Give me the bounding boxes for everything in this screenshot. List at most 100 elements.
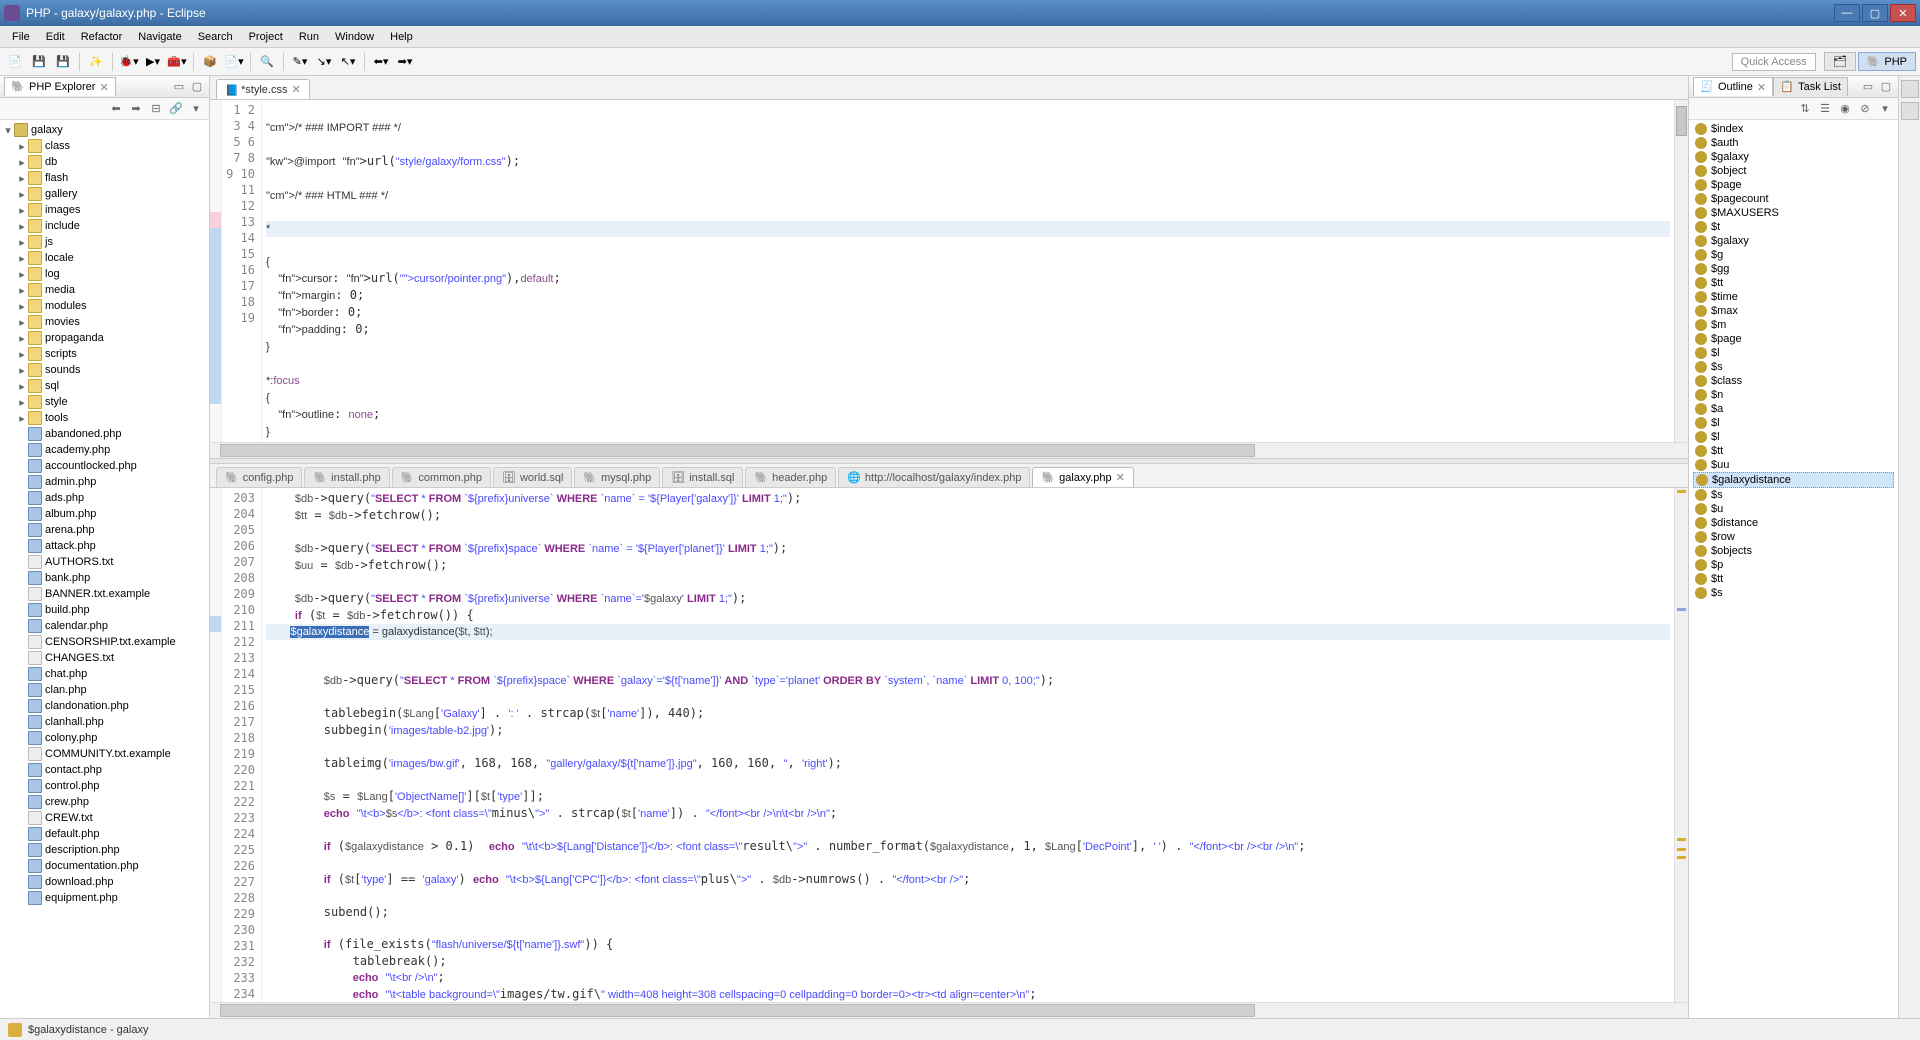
code-editor-css[interactable]: "cm">/* ### IMPORT ### */ "kw">@import "…: [262, 100, 1674, 442]
outline-item[interactable]: $page: [1693, 332, 1894, 346]
tree-file-attack-php[interactable]: attack.php: [2, 538, 207, 554]
horizontal-scrollbar[interactable]: [210, 1002, 1688, 1018]
editor-tab-style-css[interactable]: 📘 *style.css ✕: [216, 79, 310, 99]
tree-folder-propaganda[interactable]: ▸propaganda: [2, 330, 207, 346]
outline-item[interactable]: $MAXUSERS: [1693, 206, 1894, 220]
outline-item[interactable]: $u: [1693, 502, 1894, 516]
menu-refactor[interactable]: Refactor: [73, 29, 131, 45]
minimize-view-button[interactable]: ▭: [1860, 79, 1876, 95]
outline-item[interactable]: $l: [1693, 346, 1894, 360]
editor-tab-common-php[interactable]: 🐘common.php: [392, 467, 491, 487]
editor-tab-config-php[interactable]: 🐘config.php: [216, 467, 302, 487]
tree-folder-js[interactable]: ▸js: [2, 234, 207, 250]
tree-folder-modules[interactable]: ▸modules: [2, 298, 207, 314]
outline-item[interactable]: $objects: [1693, 544, 1894, 558]
outline-item[interactable]: $row: [1693, 530, 1894, 544]
outline-item[interactable]: $s: [1693, 586, 1894, 600]
menu-search[interactable]: Search: [190, 29, 241, 45]
tree-file-BANNER-txt-example[interactable]: BANNER.txt.example: [2, 586, 207, 602]
quick-access-input[interactable]: Quick Access: [1732, 53, 1816, 71]
tree-folder-log[interactable]: ▸log: [2, 266, 207, 282]
menu-navigate[interactable]: Navigate: [130, 29, 189, 45]
minimized-view-button[interactable]: [1901, 102, 1919, 120]
outline-item[interactable]: $n: [1693, 388, 1894, 402]
overview-ruler[interactable]: [1674, 100, 1688, 442]
restore-view-button[interactable]: [1901, 80, 1919, 98]
tree-folder-sql[interactable]: ▸sql: [2, 378, 207, 394]
outline-item[interactable]: $class: [1693, 374, 1894, 388]
menu-edit[interactable]: Edit: [38, 29, 73, 45]
save-button[interactable]: 💾: [28, 51, 50, 73]
php-explorer-tab[interactable]: 🐘 PHP Explorer ✕: [4, 77, 116, 96]
scrollbar-thumb[interactable]: [220, 1004, 1255, 1017]
tree-file-default-php[interactable]: default.php: [2, 826, 207, 842]
minimize-view-button[interactable]: ▭: [171, 79, 187, 95]
collapse-all-button[interactable]: ⊟: [147, 100, 165, 118]
tree-file-COMMUNITY-txt-example[interactable]: COMMUNITY.txt.example: [2, 746, 207, 762]
outline-item[interactable]: $object: [1693, 164, 1894, 178]
view-menu-button[interactable]: ▾: [187, 100, 205, 118]
outline-item[interactable]: $g: [1693, 248, 1894, 262]
code-editor-php[interactable]: $db->query("SELECT * FROM `${prefix}univ…: [262, 488, 1674, 1002]
horizontal-scrollbar[interactable]: [210, 442, 1688, 458]
back-button[interactable]: ⬅▾: [370, 51, 392, 73]
open-perspective-button[interactable]: 🗂: [1824, 52, 1856, 71]
tree-file-documentation-php[interactable]: documentation.php: [2, 858, 207, 874]
outline-item[interactable]: $a: [1693, 402, 1894, 416]
editor-tab-header-php[interactable]: 🐘header.php: [745, 467, 836, 487]
focus-button[interactable]: ◉: [1836, 100, 1854, 118]
tree-file-bank-php[interactable]: bank.php: [2, 570, 207, 586]
tree-file-abandoned-php[interactable]: abandoned.php: [2, 426, 207, 442]
new-file-button[interactable]: 📄▾: [223, 51, 245, 73]
menu-run[interactable]: Run: [291, 29, 327, 45]
tree-file-control-php[interactable]: control.php: [2, 778, 207, 794]
outline-item[interactable]: $s: [1693, 488, 1894, 502]
menu-file[interactable]: File: [4, 29, 38, 45]
forward-button[interactable]: ➡▾: [394, 51, 416, 73]
overview-thumb[interactable]: [1676, 106, 1687, 136]
tree-file-clandonation-php[interactable]: clandonation.php: [2, 698, 207, 714]
back-nav-button[interactable]: ⬅: [107, 100, 125, 118]
window-maximize-button[interactable]: ▢: [1862, 4, 1888, 22]
menu-window[interactable]: Window: [327, 29, 382, 45]
window-minimize-button[interactable]: —: [1834, 4, 1860, 22]
toggle-mark-button[interactable]: ✎▾: [289, 51, 311, 73]
tree-file-build-php[interactable]: build.php: [2, 602, 207, 618]
tree-file-admin-php[interactable]: admin.php: [2, 474, 207, 490]
tree-file-equipment-php[interactable]: equipment.php: [2, 890, 207, 906]
close-icon[interactable]: ✕: [1116, 471, 1125, 484]
close-icon[interactable]: ✕: [1757, 81, 1766, 94]
sort-button[interactable]: ⇅: [1796, 100, 1814, 118]
editor-tab-install-sql[interactable]: 🗄install.sql: [662, 467, 743, 487]
maximize-view-button[interactable]: ▢: [1878, 79, 1894, 95]
editor-tab-world-sql[interactable]: 🗄world.sql: [493, 467, 572, 487]
overview-ruler[interactable]: [1674, 488, 1688, 1002]
tree-folder-class[interactable]: ▸class: [2, 138, 207, 154]
tree-folder-gallery[interactable]: ▸gallery: [2, 186, 207, 202]
outline-item[interactable]: $distance: [1693, 516, 1894, 530]
tree-file-CREW-txt[interactable]: CREW.txt: [2, 810, 207, 826]
tree-file-accountlocked-php[interactable]: accountlocked.php: [2, 458, 207, 474]
new-project-button[interactable]: 📦: [199, 51, 221, 73]
next-annotation-button[interactable]: ↘▾: [313, 51, 335, 73]
tree-folder-media[interactable]: ▸media: [2, 282, 207, 298]
task-list-tab[interactable]: 📋 Task List: [1773, 77, 1848, 96]
outline-item[interactable]: $index: [1693, 122, 1894, 136]
outline-item[interactable]: $time: [1693, 290, 1894, 304]
close-icon[interactable]: ✕: [99, 81, 108, 94]
outline-item[interactable]: $t: [1693, 220, 1894, 234]
outline-item[interactable]: $tt: [1693, 276, 1894, 290]
tree-file-colony-php[interactable]: colony.php: [2, 730, 207, 746]
tree-file-ads-php[interactable]: ads.php: [2, 490, 207, 506]
tree-file-CENSORSHIP-txt-example[interactable]: CENSORSHIP.txt.example: [2, 634, 207, 650]
debug-button[interactable]: 🐞▾: [118, 51, 140, 73]
outline-item[interactable]: $galaxy: [1693, 234, 1894, 248]
filter-button[interactable]: ☰: [1816, 100, 1834, 118]
outline-list[interactable]: $index$auth $galaxy $object $page $pagecount…: [1689, 120, 1898, 1018]
outline-item[interactable]: $pagecount: [1693, 192, 1894, 206]
outline-item[interactable]: $auth: [1693, 136, 1894, 150]
outline-item[interactable]: $galaxydistance: [1693, 472, 1894, 488]
window-close-button[interactable]: ✕: [1890, 4, 1916, 22]
tree-folder-db[interactable]: ▸db: [2, 154, 207, 170]
outline-item[interactable]: $m: [1693, 318, 1894, 332]
